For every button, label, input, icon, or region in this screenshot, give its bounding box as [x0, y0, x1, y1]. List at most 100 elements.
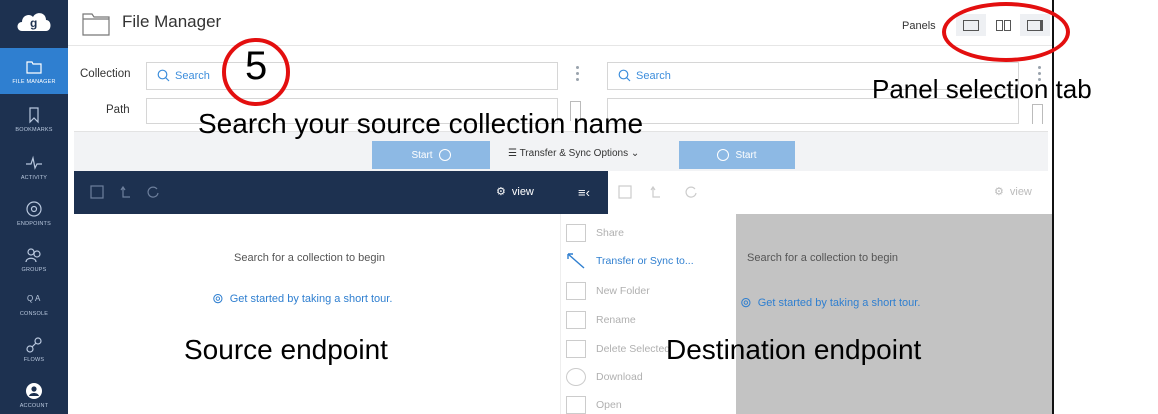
refresh-icon[interactable]: [146, 185, 160, 199]
chevron-down-icon: ⌄: [628, 148, 640, 159]
cloud-logo-icon: g: [17, 13, 51, 31]
menu-item-label: Share: [596, 227, 625, 239]
console-icon: Q A: [27, 294, 41, 303]
view-label: view: [511, 185, 534, 198]
share-icon: [566, 224, 586, 242]
tour-label: Get started by taking a short tour.: [229, 292, 393, 305]
menu-item-transfer[interactable]: Transfer or Sync to...: [566, 252, 694, 270]
sidebar-item-label: FILE MANAGER: [12, 78, 56, 85]
sidebar-item-groups[interactable]: GROUPS: [0, 236, 68, 282]
destination-pane: [736, 214, 1052, 414]
right-empty-hint: Search for a collection to begin: [747, 252, 899, 264]
source-annotation: Source endpoint: [184, 334, 388, 365]
tour-label: Get started by taking a short tour.: [757, 296, 921, 309]
groups-icon: [25, 247, 41, 262]
menu-toggle-button[interactable]: ≡‹: [560, 171, 608, 214]
sidebar-item-label: ACCOUNT: [19, 402, 49, 409]
download-icon: [566, 368, 586, 386]
right-tour-link[interactable]: ⊚ Get started by taking a short tour.: [740, 294, 920, 311]
select-all-checkbox-icon[interactable]: [90, 185, 104, 199]
right-toolbar: ⚙ view: [608, 171, 1048, 214]
left-collection-search-input[interactable]: Search: [146, 62, 558, 90]
sidebar-item-endpoints[interactable]: ENDPOINTS: [0, 190, 68, 236]
play-right-icon: [438, 149, 451, 161]
sidebar-item-file-manager[interactable]: FILE MANAGER: [0, 48, 68, 94]
delete-icon: [566, 340, 586, 358]
gear-icon: ⚙: [994, 186, 1004, 198]
bookmark-icon: [29, 106, 39, 123]
transfer-sync-options-toggle[interactable]: ☰ Transfer & Sync Options ⌄: [508, 148, 639, 159]
app-header: File Manager Panels: [68, 0, 1052, 46]
menu-collapse-icon: ≡‹: [578, 185, 590, 200]
svg-text:g: g: [30, 16, 37, 30]
search-placeholder: Search: [636, 70, 671, 82]
menu-item-rename[interactable]: Rename: [566, 311, 636, 329]
start-right-button[interactable]: Start: [679, 141, 795, 169]
left-tour-link[interactable]: ⊚ Get started by taking a short tour.: [212, 290, 392, 307]
sidebar-item-account[interactable]: ACCOUNT: [0, 372, 68, 414]
menu-item-share[interactable]: Share: [566, 224, 624, 242]
sidebar-item-label: ACTIVITY: [20, 174, 48, 181]
search-placeholder: Search: [175, 70, 210, 82]
path-label: Path: [106, 104, 130, 116]
left-empty-hint: Search for a collection to begin: [234, 252, 386, 264]
panels-label: Panels: [902, 20, 936, 32]
sidebar: g FILE MANAGER BOOKMARKS ACTIVITY ENDPOI…: [0, 0, 68, 414]
view-label: view: [1009, 185, 1032, 198]
up-folder-icon[interactable]: [118, 185, 132, 199]
search-icon: [157, 69, 170, 82]
panel-tab-highlight: [942, 2, 1070, 62]
start-right-label: Start: [735, 149, 757, 161]
left-view-button[interactable]: ⚙ view: [496, 185, 534, 199]
menu-item-label: Rename: [596, 314, 636, 326]
sidebar-item-label: GROUPS: [21, 266, 47, 273]
start-left-button[interactable]: Start: [372, 141, 490, 169]
menu-item-download[interactable]: Download: [566, 368, 643, 386]
sidebar-item-label: CONSOLE: [19, 310, 49, 317]
play-left-icon: [717, 149, 730, 161]
destination-annotation: Destination endpoint: [666, 334, 922, 365]
activity-icon: [26, 155, 42, 170]
select-all-checkbox-icon[interactable]: [618, 185, 632, 199]
globus-logo[interactable]: g: [0, 0, 68, 44]
source-pane: [74, 214, 560, 414]
sidebar-item-console[interactable]: Q A CONSOLE: [0, 280, 68, 326]
sidebar-item-flows[interactable]: FLOWS: [0, 326, 68, 372]
menu-item-label: Delete Selected: [596, 343, 671, 355]
refresh-icon[interactable]: [684, 185, 698, 199]
right-view-button[interactable]: ⚙ view: [994, 185, 1032, 199]
flows-icon: [26, 336, 42, 353]
options-label: Transfer & Sync Options: [519, 148, 629, 159]
rename-icon: [566, 311, 586, 329]
menu-item-label: New Folder: [596, 285, 650, 297]
step-number: 5: [245, 44, 268, 88]
start-left-label: Start: [411, 149, 433, 161]
folder-icon: [82, 13, 110, 36]
page-title: File Manager: [122, 12, 222, 31]
left-toolbar: ⚙ view: [74, 171, 560, 214]
menu-item-label: Download: [596, 371, 643, 383]
sidebar-item-activity[interactable]: ACTIVITY: [0, 144, 68, 190]
svg-text:Q A: Q A: [27, 294, 41, 303]
sidebar-item-label: FLOWS: [23, 356, 45, 363]
gear-icon: ⚙: [496, 186, 506, 198]
collection-label: Collection: [80, 68, 131, 80]
sidebar-item-bookmarks[interactable]: BOOKMARKS: [0, 96, 68, 142]
left-options-icon[interactable]: [576, 66, 580, 84]
menu-item-open[interactable]: Open: [566, 396, 622, 414]
right-bookmark-icon[interactable]: [1032, 104, 1043, 124]
panel-tab-annotation: Panel selection tab: [872, 74, 1092, 104]
open-icon: [566, 396, 586, 414]
up-folder-icon[interactable]: [648, 185, 662, 199]
new-folder-icon: [566, 282, 586, 300]
search-icon: [618, 69, 631, 82]
map-pin-icon: ⊚: [212, 290, 224, 306]
endpoints-icon: [26, 200, 42, 217]
transfer-icon: [567, 253, 585, 269]
sidebar-item-label: ENDPOINTS: [17, 220, 51, 227]
sidebar-item-label: BOOKMARKS: [15, 126, 53, 133]
menu-item-new-folder[interactable]: New Folder: [566, 282, 650, 300]
menu-item-label: Transfer or Sync to...: [596, 255, 694, 267]
menu-item-label: Open: [596, 399, 622, 411]
menu-item-delete[interactable]: Delete Selected: [566, 340, 670, 358]
